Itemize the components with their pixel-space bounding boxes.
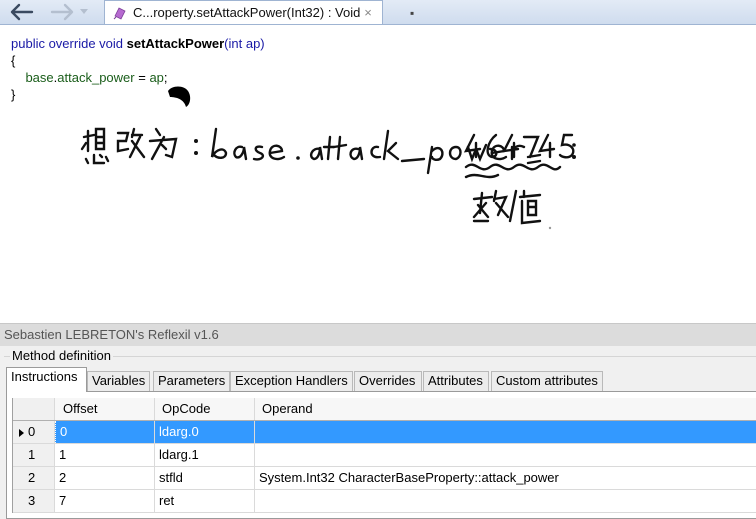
navigation-bar: C...roperty.setAttackPower(Int32) : Void… (0, 0, 756, 25)
method-icon (113, 6, 126, 20)
tab-overflow-marker: ▪ (410, 6, 415, 20)
cell-opcode[interactable]: ldarg.1 (155, 444, 255, 466)
table-row[interactable]: 0 0 ldarg.0 (13, 421, 756, 444)
instructions-grid: Offset OpCode Operand 0 0 ldarg.0 1 1 ld… (12, 398, 756, 513)
cursor-blob (168, 86, 191, 107)
reflexil-panel: Sebastien LEBRETON's Reflexil v1.6 Metho… (0, 323, 756, 519)
group-divider (4, 356, 756, 357)
tab-instructions[interactable]: Instructions (6, 367, 87, 392)
handwritten-char-3 (148, 127, 178, 161)
history-dropdown[interactable] (74, 0, 94, 24)
cell-opcode[interactable]: ldarg.0 (155, 421, 255, 443)
handwritten-word-base (210, 127, 286, 161)
tab-overrides[interactable]: Overrides (354, 371, 422, 391)
cell-operand[interactable] (255, 421, 756, 443)
header-operand[interactable]: Operand (255, 398, 756, 420)
header-row-indicator (13, 398, 55, 420)
tab-method-view[interactable]: C...roperty.setAttackPower(Int32) : Void… (104, 0, 383, 24)
table-row[interactable]: 3 7 ret (13, 490, 756, 513)
cell-offset[interactable]: 2 (55, 467, 155, 489)
table-row[interactable]: 2 2 stfld System.Int32 CharacterBaseProp… (13, 467, 756, 490)
tab-variables[interactable]: Variables (87, 371, 150, 391)
grid-header: Offset OpCode Operand (13, 398, 756, 421)
cell-opcode[interactable]: ret (155, 490, 255, 512)
handwritten-annotation (80, 86, 576, 230)
tab-close-button[interactable]: × (360, 5, 376, 21)
header-opcode[interactable]: OpCode (155, 398, 255, 420)
cell-opcode[interactable]: stfld (155, 467, 255, 489)
back-button[interactable] (4, 0, 38, 24)
handwritten-char-1 (80, 127, 110, 165)
handwritten-char-2 (116, 127, 146, 159)
cell-offset[interactable]: 7 (55, 490, 155, 512)
group-label: Method definition (10, 348, 114, 363)
back-arrow-icon (10, 3, 34, 21)
tab-attributes[interactable]: Attributes (423, 371, 489, 391)
cell-offset[interactable]: 1 (55, 444, 155, 466)
row-header[interactable]: 0 (13, 421, 55, 443)
tab-title: C...roperty.setAttackPower(Int32) : Void (133, 5, 360, 20)
cell-operand[interactable] (255, 490, 756, 512)
row-header[interactable]: 2 (13, 467, 55, 489)
code-editor: public override void setAttackPower(int … (0, 25, 756, 323)
chevron-down-icon (80, 9, 88, 14)
handwritten-word-attack-power (309, 129, 542, 175)
table-row[interactable]: 1 1 ldarg.1 (13, 444, 756, 467)
current-row-arrow-icon (19, 428, 24, 437)
tab-parameters[interactable]: Parameters (153, 371, 230, 391)
tab-custom-attributes[interactable]: Custom attributes (491, 371, 603, 391)
cell-operand[interactable] (255, 444, 756, 466)
row-header[interactable]: 1 (13, 444, 55, 466)
tab-exception-handlers[interactable]: Exception Handlers (230, 371, 353, 391)
cell-offset[interactable]: 0 (55, 421, 155, 443)
panel-title: Sebastien LEBRETON's Reflexil v1.6 (0, 324, 756, 346)
header-offset[interactable]: Offset (55, 398, 155, 420)
row-header[interactable]: 3 (13, 490, 55, 512)
handwritten-note (472, 189, 542, 225)
cell-operand[interactable]: System.Int32 CharacterBaseProperty::atta… (255, 467, 756, 489)
forward-arrow-icon (50, 3, 74, 21)
